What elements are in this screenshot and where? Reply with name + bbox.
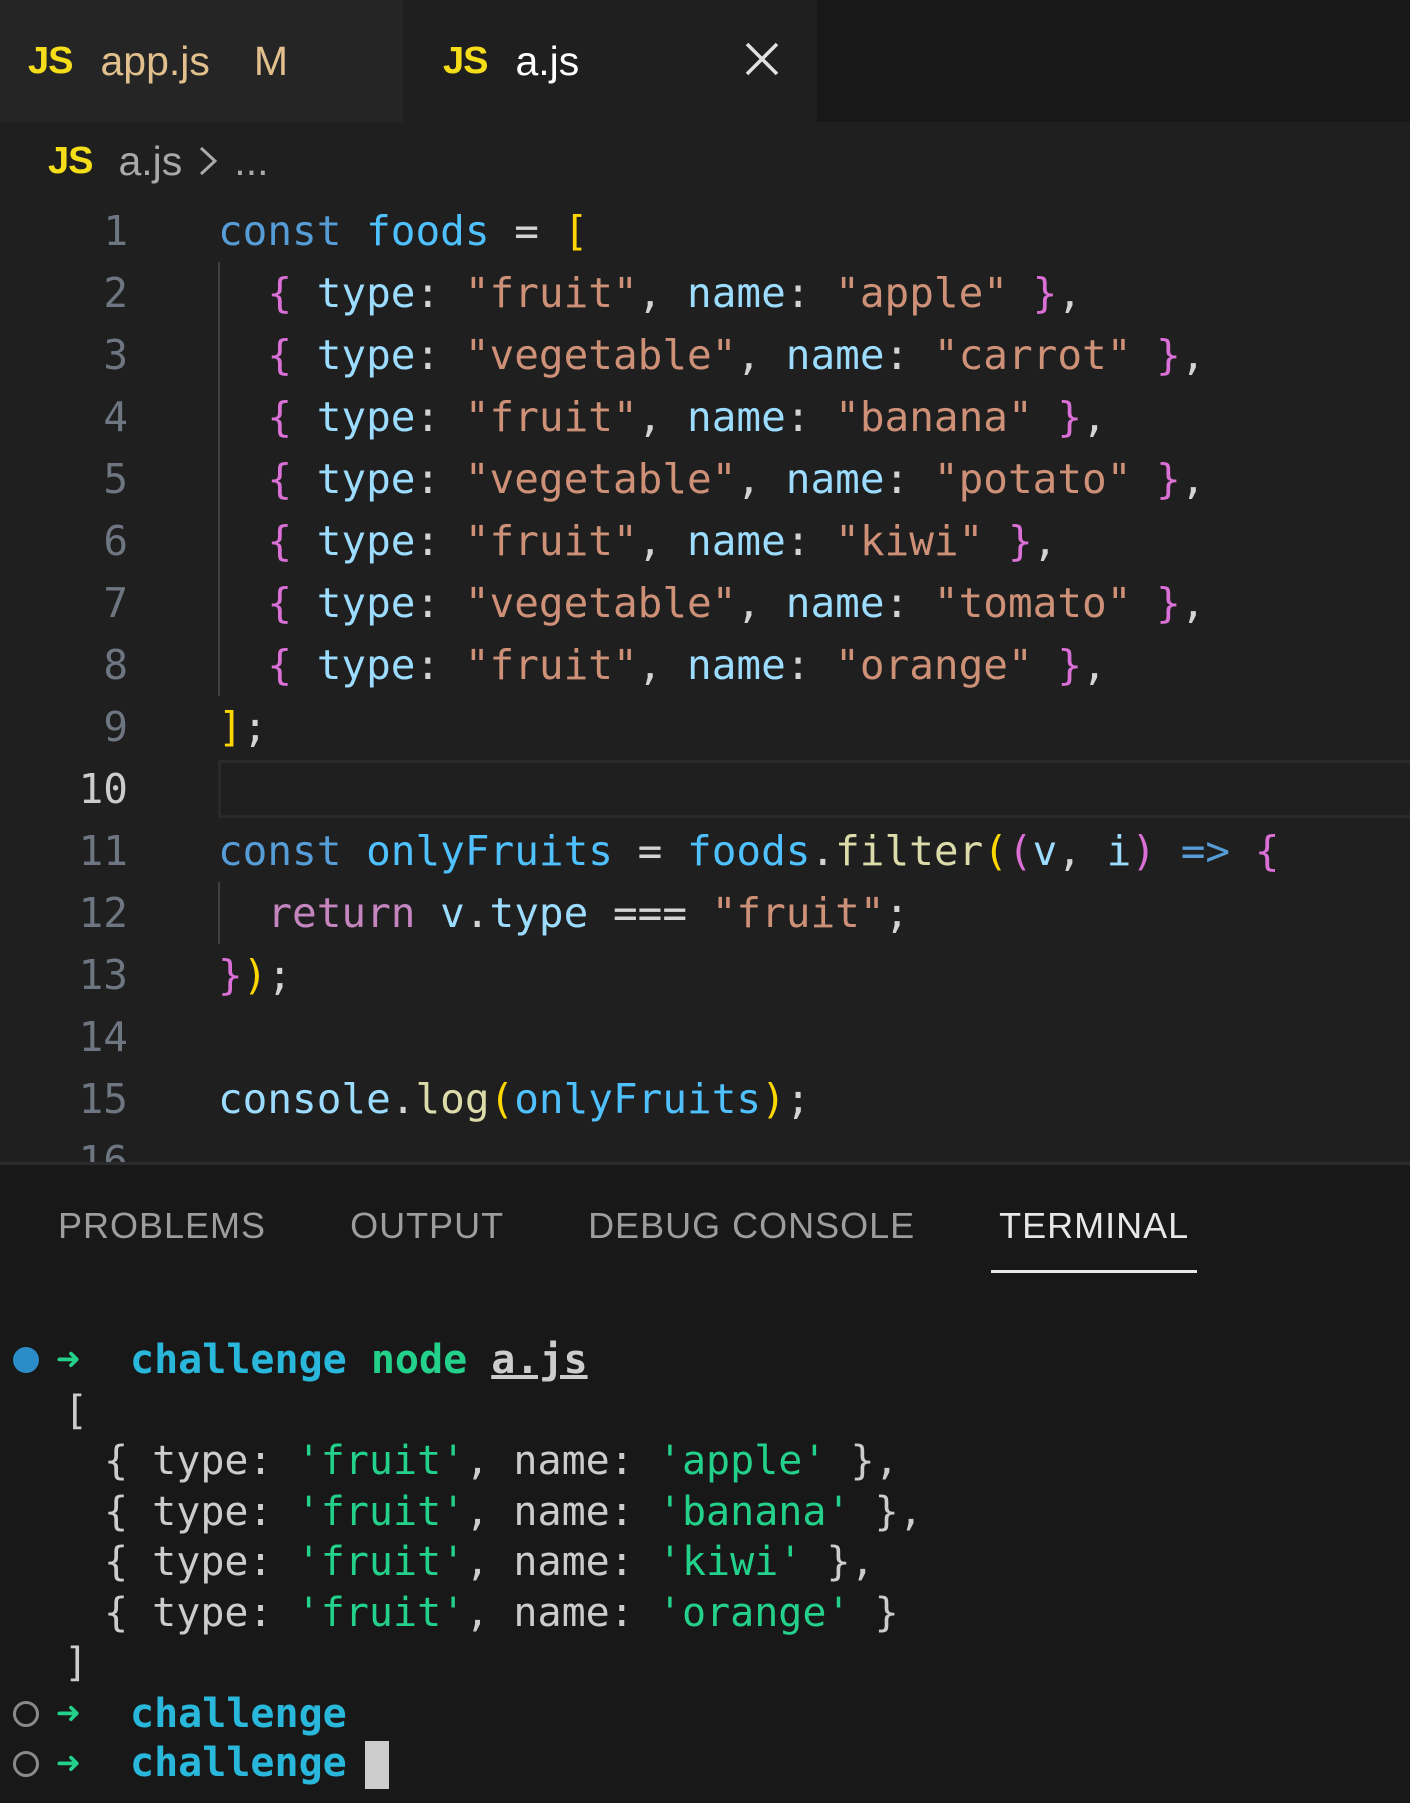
code-line: 16 bbox=[0, 1130, 1410, 1162]
line-number: 15 bbox=[78, 1075, 128, 1123]
code-line: 9 ]; bbox=[0, 696, 1410, 758]
tab-debug-console[interactable]: DEBUG CONSOLE bbox=[588, 1165, 915, 1287]
code-line: 15 console.log(onlyFruits); bbox=[0, 1068, 1410, 1130]
command-arg[interactable]: a.js bbox=[491, 1337, 587, 1383]
prompt-arrow-icon: ➜ bbox=[56, 1337, 81, 1384]
javascript-file-icon: JS bbox=[28, 39, 73, 82]
code-line: 6 { type: "fruit", name: "kiwi" }, bbox=[0, 510, 1410, 572]
terminal-line: ] bbox=[64, 1640, 89, 1687]
line-number: 11 bbox=[78, 827, 128, 875]
line-number: 9 bbox=[103, 703, 128, 751]
code-line-current: 10 bbox=[0, 758, 1410, 820]
panel-tab-bar: PROBLEMS OUTPUT DEBUG CONSOLE TERMINAL bbox=[0, 1165, 1410, 1287]
line-number: 5 bbox=[103, 455, 128, 503]
prompt-dir: challenge bbox=[130, 1337, 347, 1384]
breadcrumb-file[interactable]: a.js bbox=[118, 138, 182, 185]
terminal-line: [ bbox=[64, 1387, 89, 1434]
close-icon[interactable] bbox=[739, 36, 785, 82]
command-success-dot-icon[interactable] bbox=[13, 1347, 39, 1374]
terminal-line: { type: 'fruit', name: 'orange' } bbox=[104, 1589, 899, 1636]
line-number: 10 bbox=[78, 765, 128, 813]
terminal-cursor bbox=[364, 1740, 389, 1789]
command-empty-dot-icon[interactable] bbox=[13, 1751, 39, 1778]
command-empty-dot-icon[interactable] bbox=[13, 1700, 39, 1727]
tab-label: app.js bbox=[100, 37, 210, 84]
code-line: 8 { type: "fruit", name: "orange" }, bbox=[0, 634, 1410, 696]
line-number: 14 bbox=[78, 1013, 128, 1061]
code-line: 13 }); bbox=[0, 944, 1410, 1006]
javascript-file-icon: JS bbox=[443, 39, 488, 82]
bottom-panel: PROBLEMS OUTPUT DEBUG CONSOLE TERMINAL ➜… bbox=[0, 1162, 1410, 1803]
tab-a-js[interactable]: JS a.js bbox=[403, 0, 817, 122]
terminal-line: { type: 'fruit', name: 'kiwi' }, bbox=[104, 1539, 875, 1586]
line-number: 3 bbox=[103, 331, 128, 379]
tab-app-js[interactable]: JS app.js M bbox=[0, 0, 403, 122]
vscode-window: JS app.js M JS a.js JS a.js ... 1 const … bbox=[0, 0, 1410, 1803]
modified-badge: M bbox=[253, 37, 289, 84]
prompt-dir: challenge bbox=[130, 1690, 347, 1737]
code-line: 7 { type: "vegetable", name: "tomato" }, bbox=[0, 572, 1410, 634]
line-number: 7 bbox=[103, 579, 128, 627]
code-line: 4 { type: "fruit", name: "banana" }, bbox=[0, 386, 1410, 448]
editor-tab-bar: JS app.js M JS a.js bbox=[0, 0, 1410, 122]
tab-terminal[interactable]: TERMINAL bbox=[991, 1165, 1198, 1287]
command: node bbox=[370, 1337, 468, 1384]
terminal-line: { type: 'fruit', name: 'banana' }, bbox=[104, 1488, 923, 1535]
code-line: 2 { type: "fruit", name: "apple" }, bbox=[0, 262, 1410, 324]
code-line: 14 bbox=[0, 1006, 1410, 1068]
tab-problems[interactable]: PROBLEMS bbox=[58, 1165, 266, 1287]
prompt-arrow-icon: ➜ bbox=[56, 1741, 81, 1788]
terminal-line: { type: 'fruit', name: 'apple' }, bbox=[104, 1438, 899, 1485]
prompt-dir: challenge bbox=[130, 1739, 347, 1786]
code-line: 3 { type: "vegetable", name: "carrot" }, bbox=[0, 324, 1410, 386]
chevron-right-icon bbox=[196, 144, 220, 178]
line-number: 12 bbox=[78, 889, 128, 937]
terminal-line: ➜ challenge bbox=[0, 1739, 1410, 1790]
code-line: 5 { type: "vegetable", name: "potato" }, bbox=[0, 448, 1410, 510]
line-number: 8 bbox=[103, 641, 128, 689]
terminal[interactable]: ➜ challenge node a.js [ { type: 'fruit',… bbox=[0, 1335, 1410, 1790]
code-line: 1 const foods = [ bbox=[0, 200, 1410, 262]
line-number: 2 bbox=[103, 269, 128, 317]
breadcrumb: JS a.js ... bbox=[0, 122, 1410, 200]
line-number: 4 bbox=[103, 393, 128, 441]
javascript-file-icon: JS bbox=[48, 139, 93, 182]
tab-label: a.js bbox=[515, 37, 580, 84]
terminal-line: ➜ challenge node a.js bbox=[0, 1335, 1410, 1386]
code-line: 12 return v.type === "fruit"; bbox=[0, 882, 1410, 944]
line-number: 16 bbox=[78, 1137, 128, 1162]
code-editor[interactable]: 1 const foods = [ 2 { type: "fruit", nam… bbox=[0, 200, 1410, 1162]
line-number: 1 bbox=[103, 207, 128, 255]
terminal-line: ➜ challenge bbox=[0, 1689, 1410, 1740]
breadcrumb-more[interactable]: ... bbox=[234, 138, 268, 185]
line-number: 6 bbox=[103, 517, 128, 565]
code-line: 11 const onlyFruits = foods.filter((v, i… bbox=[0, 820, 1410, 882]
line-number: 13 bbox=[78, 951, 128, 999]
current-line-highlight bbox=[218, 760, 1410, 818]
tab-output[interactable]: OUTPUT bbox=[350, 1165, 504, 1287]
prompt-arrow-icon: ➜ bbox=[56, 1690, 81, 1737]
